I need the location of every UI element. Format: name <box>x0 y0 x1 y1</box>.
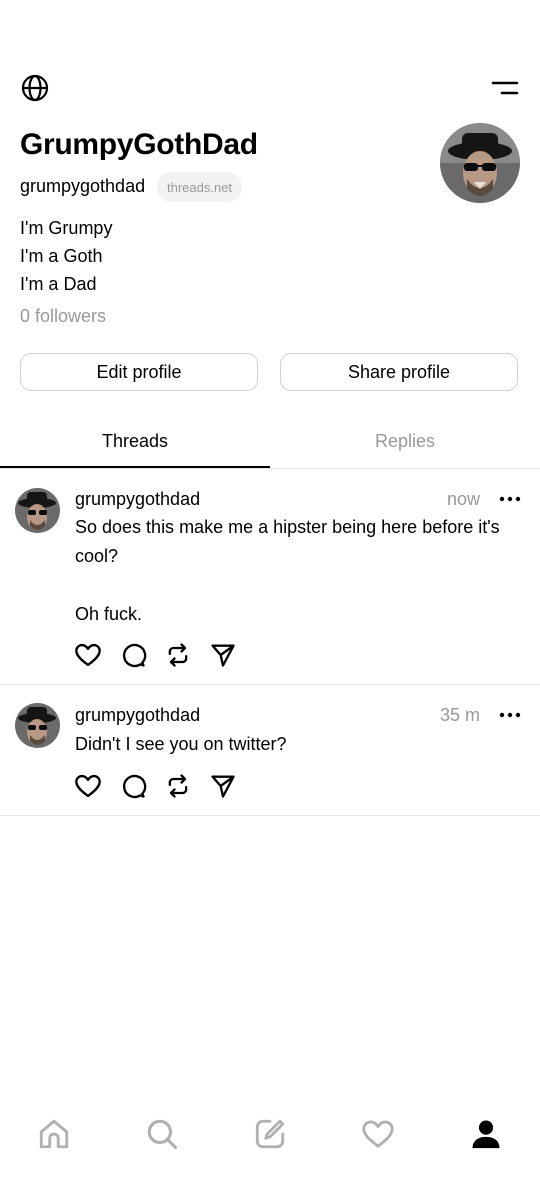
send-icon[interactable] <box>209 772 237 800</box>
compose-icon[interactable] <box>253 1117 287 1151</box>
profile-icon[interactable] <box>469 1117 503 1151</box>
activity-icon[interactable] <box>361 1117 395 1151</box>
active-tab-indicator <box>0 466 270 468</box>
comment-icon[interactable] <box>119 772 147 800</box>
menu-icon[interactable] <box>490 76 520 100</box>
post-text: So does this make me a hipster being her… <box>75 517 500 624</box>
globe-icon[interactable] <box>20 73 50 103</box>
home-icon[interactable] <box>37 1117 71 1151</box>
heart-icon[interactable] <box>74 641 102 669</box>
threads-domain-chip[interactable]: threads.net <box>157 172 243 202</box>
tab-divider <box>0 468 540 469</box>
edit-profile-button[interactable]: Edit profile <box>20 353 258 391</box>
more-options-icon[interactable] <box>498 489 522 509</box>
comment-icon[interactable] <box>119 641 147 669</box>
bio-line: I'm a Dad <box>20 274 97 294</box>
post-username[interactable]: grumpygothdad <box>75 705 200 726</box>
share-profile-button[interactable]: Share profile <box>280 353 518 391</box>
heart-icon[interactable] <box>74 772 102 800</box>
tab-threads[interactable]: Threads <box>0 415 270 467</box>
profile-avatar[interactable] <box>440 123 520 203</box>
profile-username: grumpygothdad <box>20 176 146 196</box>
bio-line: I'm Grumpy <box>20 218 113 238</box>
tab-replies[interactable]: Replies <box>270 415 540 467</box>
post-text: Didn't I see you on twitter? <box>75 734 287 754</box>
post-time: 35 m <box>439 705 480 725</box>
post-time: now <box>446 489 480 509</box>
send-icon[interactable] <box>209 641 237 669</box>
profile-display-name: GrumpyGothDad <box>20 128 258 161</box>
repost-icon[interactable] <box>164 641 192 669</box>
post-username[interactable]: grumpygothdad <box>75 489 200 510</box>
repost-icon[interactable] <box>164 772 192 800</box>
search-icon[interactable] <box>145 1117 179 1151</box>
post-avatar[interactable] <box>15 488 60 533</box>
post-divider <box>0 815 540 816</box>
post-divider <box>0 684 540 685</box>
followers-count[interactable]: 0 followers <box>20 306 106 327</box>
more-options-icon[interactable] <box>498 705 522 725</box>
bio-line: I'm a Goth <box>20 246 103 266</box>
post-avatar[interactable] <box>15 703 60 748</box>
